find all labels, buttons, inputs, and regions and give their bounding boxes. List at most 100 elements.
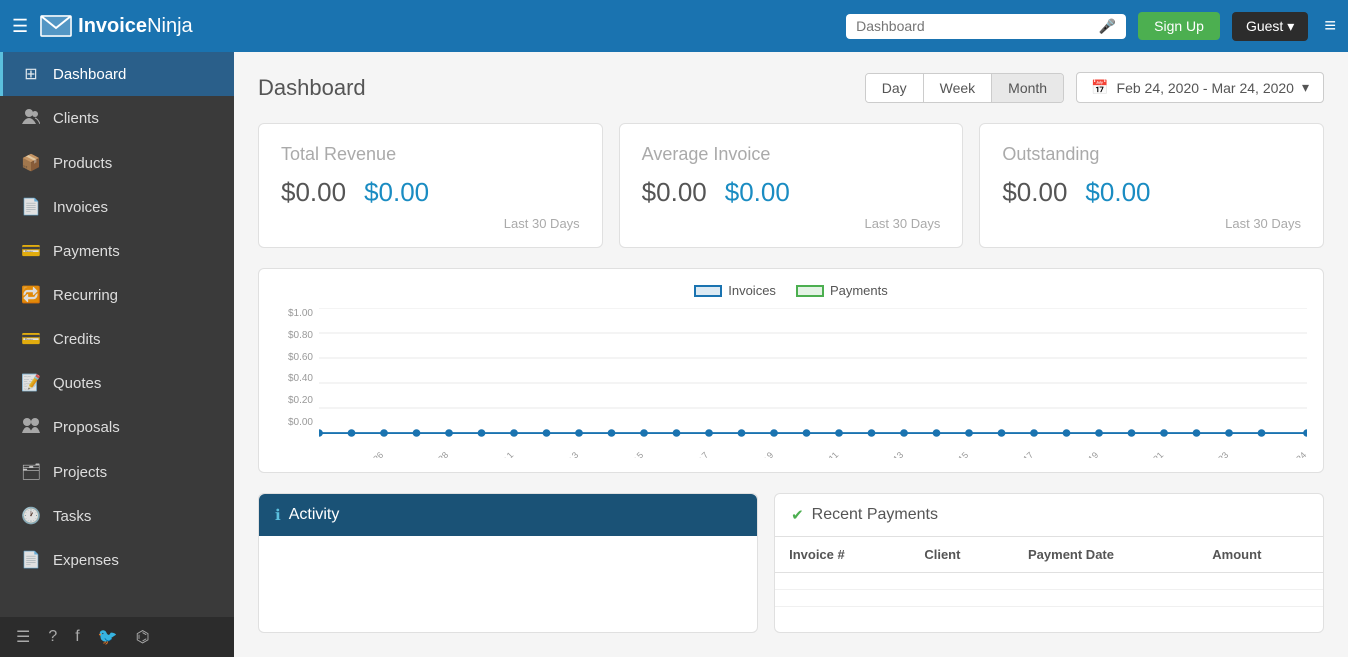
- activity-panel-header: ℹ Activity: [259, 494, 757, 536]
- payments-table-body: [775, 573, 1323, 607]
- stat-card-outstanding: Outstanding $0.00 $0.00 Last 30 Days: [979, 123, 1324, 248]
- quotes-icon: 📝: [21, 373, 41, 393]
- activity-content: [259, 536, 757, 568]
- svg-text:Mar 1: Mar 1: [492, 450, 516, 458]
- svg-text:Mar 7: Mar 7: [687, 450, 711, 458]
- svg-text:Mar 5: Mar 5: [622, 450, 646, 458]
- svg-text:Mar 17: Mar 17: [1008, 450, 1035, 458]
- logo-envelope-icon: [40, 15, 72, 37]
- activity-info-icon: ℹ: [275, 506, 281, 524]
- guest-button[interactable]: Guest ▾: [1232, 12, 1308, 41]
- svg-text:Feb 26: Feb 26: [358, 450, 385, 458]
- sidebar-item-dashboard[interactable]: ⊞ Dashboard: [0, 52, 234, 96]
- svg-text:Mar 23: Mar 23: [1203, 450, 1230, 458]
- recent-payments-header: ✔ Recent Payments: [775, 494, 1323, 537]
- chart-area: $1.00 $0.80 $0.60 $0.40 $0.20 $0.00: [275, 308, 1307, 458]
- proposals-icon: [21, 417, 41, 438]
- signup-button[interactable]: Sign Up: [1138, 12, 1220, 40]
- bottom-panels: ℹ Activity ✔ Recent Payments Invoice # C…: [258, 493, 1324, 633]
- sidebar: ⊞ Dashboard Clients 📦 Products 📄 Invoice…: [0, 52, 234, 657]
- legend-invoices-box: [694, 285, 722, 297]
- legend-payments: Payments: [796, 283, 888, 298]
- svg-text:Mar 21: Mar 21: [1138, 450, 1165, 458]
- dashboard-controls: Day Week Month 📅 Feb 24, 2020 - Mar 24, …: [865, 72, 1324, 103]
- legend-payments-box: [796, 285, 824, 297]
- svg-text:Feb 24: Feb 24: [319, 450, 320, 458]
- svg-text:Mar 13: Mar 13: [878, 450, 905, 458]
- hamburger-icon[interactable]: ☰: [12, 16, 28, 37]
- period-tab-month[interactable]: Month: [992, 74, 1063, 102]
- chart-svg: Feb 24 Feb 26 Feb 28 Mar 1 Mar 3 Mar 5 M…: [319, 308, 1307, 458]
- sidebar-item-clients[interactable]: Clients: [0, 96, 234, 141]
- projects-icon: 🗂: [21, 462, 41, 482]
- table-row: [775, 590, 1323, 607]
- svg-text:Feb 28: Feb 28: [423, 450, 450, 458]
- sidebar-item-invoices[interactable]: 📄 Invoices: [0, 185, 234, 229]
- sidebar-footer: ☰ ? f 🐦 ⌬: [0, 617, 234, 657]
- products-icon: 📦: [21, 153, 41, 173]
- guest-dropdown-icon: ▾: [1287, 18, 1294, 35]
- expenses-icon: 📄: [21, 550, 41, 570]
- topnav: ☰ InvoiceNinja 🎤 Sign Up Guest ▾ ≡: [0, 0, 1348, 52]
- tasks-icon: 🕐: [21, 506, 41, 526]
- recent-payments-panel: ✔ Recent Payments Invoice # Client Payme…: [774, 493, 1324, 633]
- main-layout: ⊞ Dashboard Clients 📦 Products 📄 Invoice…: [0, 52, 1348, 657]
- calendar-icon: 📅: [1091, 79, 1108, 96]
- date-range-button[interactable]: 📅 Feb 24, 2020 - Mar 24, 2020 ▾: [1076, 72, 1324, 103]
- clients-icon: [21, 108, 41, 129]
- table-row: [775, 573, 1323, 590]
- footer-help-icon[interactable]: ?: [48, 628, 57, 646]
- credits-icon: 💳: [21, 329, 41, 349]
- dashboard-icon: ⊞: [21, 64, 41, 84]
- main-content: Dashboard Day Week Month 📅 Feb 24, 2020 …: [234, 52, 1348, 657]
- sidebar-item-proposals[interactable]: Proposals: [0, 405, 234, 450]
- sidebar-item-tasks[interactable]: 🕐 Tasks: [0, 494, 234, 538]
- sidebar-item-projects[interactable]: 🗂 Projects: [0, 450, 234, 494]
- search-input[interactable]: [856, 18, 1093, 34]
- svg-text:Mar 3: Mar 3: [557, 450, 581, 458]
- sidebar-item-quotes[interactable]: 📝 Quotes: [0, 361, 234, 405]
- footer-facebook-icon[interactable]: f: [75, 628, 79, 646]
- search-bar: 🎤: [846, 14, 1126, 39]
- svg-text:Mar 24: Mar 24: [1281, 450, 1307, 458]
- logo: InvoiceNinja: [40, 15, 193, 38]
- stat-card-average-invoice: Average Invoice $0.00 $0.00 Last 30 Days: [619, 123, 964, 248]
- svg-text:Mar 15: Mar 15: [943, 450, 970, 458]
- col-amount: Amount: [1198, 537, 1323, 573]
- sidebar-item-payments[interactable]: 💳 Payments: [0, 229, 234, 273]
- sidebar-item-products[interactable]: 📦 Products: [0, 141, 234, 185]
- payments-icon: 💳: [21, 241, 41, 261]
- svg-text:Mar 11: Mar 11: [814, 450, 841, 458]
- chart-y-axis: $1.00 $0.80 $0.60 $0.40 $0.20 $0.00: [275, 308, 313, 458]
- invoices-icon: 📄: [21, 197, 41, 217]
- payments-table: Invoice # Client Payment Date Amount: [775, 537, 1323, 607]
- sidebar-item-expenses[interactable]: 📄 Expenses: [0, 538, 234, 582]
- chart-container: Invoices Payments $1.00 $0.80 $0.60 $0.4…: [258, 268, 1324, 473]
- activity-panel: ℹ Activity: [258, 493, 758, 633]
- topnav-menu-icon[interactable]: ≡: [1324, 15, 1336, 38]
- mic-icon: 🎤: [1099, 18, 1116, 35]
- date-dropdown-icon: ▾: [1302, 79, 1309, 96]
- period-tab-week[interactable]: Week: [924, 74, 993, 102]
- sidebar-item-recurring[interactable]: 🔁 Recurring: [0, 273, 234, 317]
- footer-github-icon[interactable]: ⌬: [136, 627, 150, 647]
- col-invoice-number: Invoice #: [775, 537, 910, 573]
- col-payment-date: Payment Date: [1014, 537, 1198, 573]
- stat-card-total-revenue: Total Revenue $0.00 $0.00 Last 30 Days: [258, 123, 603, 248]
- payments-check-icon: ✔: [791, 506, 804, 524]
- period-tabs: Day Week Month: [865, 73, 1064, 103]
- col-client: Client: [910, 537, 1014, 573]
- chart-legend: Invoices Payments: [275, 283, 1307, 298]
- period-tab-day[interactable]: Day: [866, 74, 924, 102]
- page-title: Dashboard: [258, 75, 366, 101]
- legend-invoices: Invoices: [694, 283, 776, 298]
- logo-text: InvoiceNinja: [78, 15, 193, 38]
- sidebar-item-credits[interactable]: 💳 Credits: [0, 317, 234, 361]
- svg-text:Mar 9: Mar 9: [752, 450, 776, 458]
- recurring-icon: 🔁: [21, 285, 41, 305]
- svg-text:Mar 19: Mar 19: [1073, 450, 1100, 458]
- footer-twitter-icon[interactable]: 🐦: [98, 627, 118, 647]
- footer-list-icon[interactable]: ☰: [16, 627, 30, 647]
- dashboard-header: Dashboard Day Week Month 📅 Feb 24, 2020 …: [258, 72, 1324, 103]
- stat-cards: Total Revenue $0.00 $0.00 Last 30 Days A…: [258, 123, 1324, 248]
